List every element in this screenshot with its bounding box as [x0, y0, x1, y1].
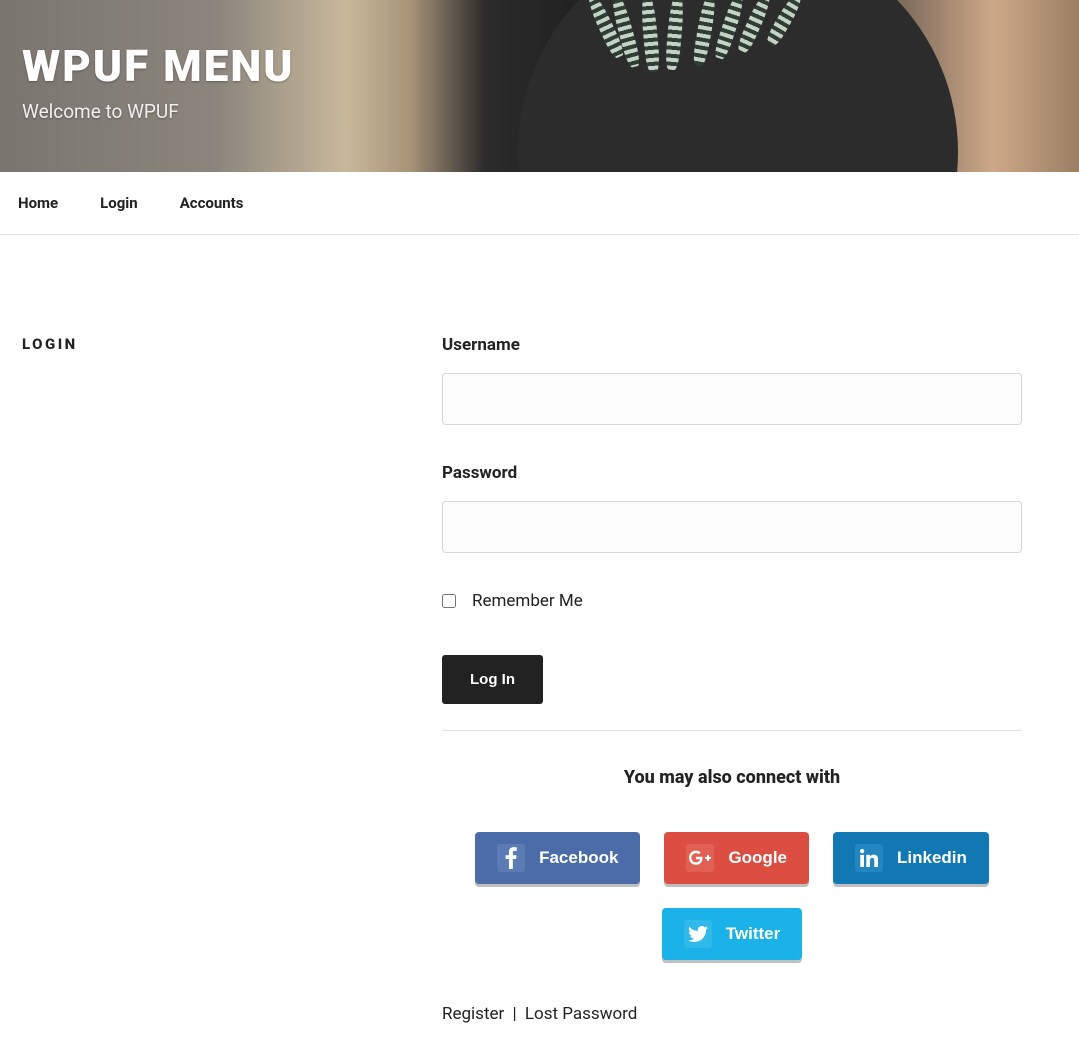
site-tagline: Welcome to WPUF	[22, 100, 294, 123]
facebook-icon	[497, 844, 525, 872]
linkedin-icon	[855, 844, 883, 872]
password-input[interactable]	[442, 501, 1022, 553]
linkedin-label: Linkedin	[897, 848, 967, 868]
divider	[442, 730, 1022, 731]
twitter-button[interactable]: Twitter	[662, 908, 802, 960]
twitter-label: Twitter	[726, 924, 780, 944]
login-button[interactable]: Log In	[442, 655, 543, 704]
google-plus-icon	[686, 844, 714, 872]
hero-image	[518, 0, 978, 172]
facebook-button[interactable]: Facebook	[475, 832, 640, 884]
username-input[interactable]	[442, 373, 1022, 425]
google-label: Google	[728, 848, 787, 868]
register-link[interactable]: Register	[442, 1004, 504, 1024]
linkedin-button[interactable]: Linkedin	[833, 832, 989, 884]
nav-item-login[interactable]: Login	[100, 172, 138, 234]
nav-item-accounts[interactable]: Accounts	[180, 172, 244, 234]
site-title[interactable]: WPUF MENU	[22, 42, 294, 90]
username-label: Username	[442, 335, 1022, 355]
primary-nav: Home Login Accounts	[0, 172, 1079, 235]
lost-password-link[interactable]: Lost Password	[525, 1004, 638, 1024]
google-button[interactable]: Google	[664, 832, 809, 884]
password-label: Password	[442, 463, 1022, 483]
remember-me-checkbox[interactable]	[442, 594, 456, 608]
bottom-links: Register | Lost Password	[442, 1004, 1022, 1024]
facebook-label: Facebook	[539, 848, 618, 868]
remember-me-label: Remember Me	[472, 591, 583, 611]
login-form: Username Password Remember Me Log In You…	[442, 335, 1022, 1024]
hero-banner: WPUF MENU Welcome to WPUF	[0, 0, 1079, 172]
social-heading: You may also connect with	[442, 767, 1022, 788]
nav-item-home[interactable]: Home	[18, 172, 58, 234]
remember-me-field[interactable]: Remember Me	[442, 591, 1022, 611]
page-title: LOGIN	[22, 335, 442, 1024]
separator: |	[513, 1004, 517, 1024]
twitter-icon	[684, 920, 712, 948]
